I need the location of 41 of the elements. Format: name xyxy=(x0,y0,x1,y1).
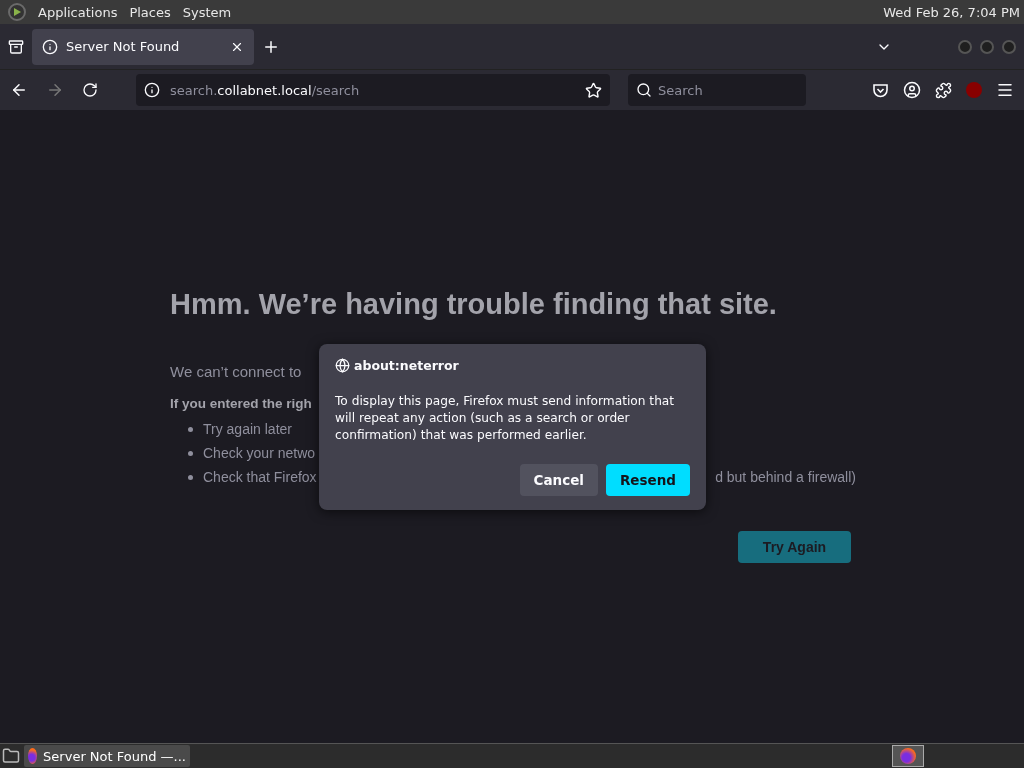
bullet-icon xyxy=(188,474,193,480)
star-icon[interactable] xyxy=(585,81,602,99)
folder-icon[interactable] xyxy=(2,747,20,765)
bullet-icon xyxy=(188,450,193,456)
globe-icon xyxy=(335,358,350,373)
back-icon[interactable] xyxy=(10,81,28,99)
bullet-icon xyxy=(188,426,193,432)
browser-tab[interactable]: Server Not Found xyxy=(32,28,254,65)
tab-manager-icon[interactable] xyxy=(8,38,24,55)
suggestion-text: d but behind a firewall) xyxy=(715,469,856,485)
forward-icon[interactable] xyxy=(46,81,64,99)
error-intro: We can’t connect to xyxy=(170,363,302,380)
address-bar[interactable]: search.collabnet.local/search xyxy=(136,74,610,106)
error-heading: Hmm. We’re having trouble finding that site. xyxy=(170,288,777,321)
search-field[interactable]: Search xyxy=(628,74,806,106)
reload-icon[interactable] xyxy=(82,82,98,98)
puzzle-icon[interactable] xyxy=(935,81,952,99)
dialog-message: To display this page, Firefox must send information that will repeat any action (such as a search or order confirmation) that was performed earlier. xyxy=(335,393,676,444)
suggestion-text: Check that Firefox xyxy=(203,469,317,485)
task-title: Server Not Found —... xyxy=(43,748,186,764)
cancel-button[interactable]: Cancel xyxy=(519,464,598,496)
pocket-icon[interactable] xyxy=(872,81,889,99)
info-icon xyxy=(42,38,58,55)
panel-menu[interactable]: System xyxy=(182,4,232,20)
suggestion-text: Try again later xyxy=(203,421,292,437)
resend-button[interactable]: Resend xyxy=(605,464,690,496)
dialog-title: about:neterror xyxy=(354,358,459,373)
logo-icon xyxy=(8,3,26,21)
suggestion-text: Check your netwo xyxy=(203,445,316,461)
search-icon xyxy=(636,82,652,98)
tab-title: Server Not Found xyxy=(66,39,181,54)
info-icon xyxy=(144,82,160,98)
panel-menu[interactable]: Places xyxy=(129,4,171,20)
taskbar-task[interactable]: Server Not Found —... xyxy=(24,745,190,767)
error-subheading: If you entered the righ xyxy=(170,396,312,411)
account-icon[interactable] xyxy=(903,81,921,99)
panel-menu[interactable]: Applications xyxy=(38,4,118,20)
tray-button[interactable] xyxy=(892,745,924,767)
menu-icon[interactable] xyxy=(996,81,1014,99)
url-text: search.collabnet.local/search xyxy=(170,82,361,98)
clock: Wed Feb 26, 7:04 PM xyxy=(883,4,1020,20)
